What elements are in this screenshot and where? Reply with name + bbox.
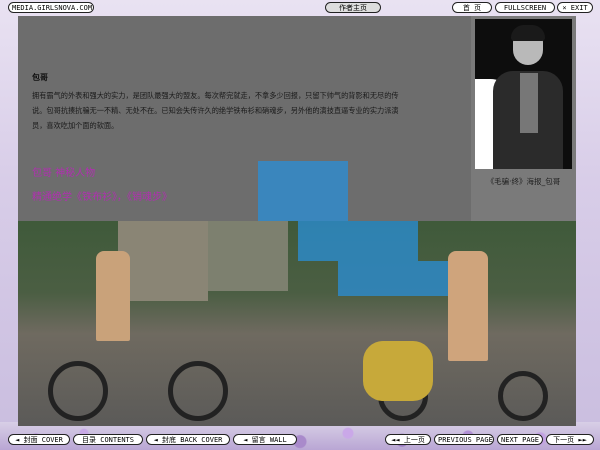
scene-bike-wheel [168,361,228,421]
profile-name: 包哥 [32,73,48,82]
portrait-caption: 《毛骗·终》海报_包哥 [486,177,561,186]
portrait-photo [475,19,572,169]
scene-bike-wheel [498,371,548,421]
pixelation-block [258,161,348,221]
next-page-label-button[interactable]: NEXT PAGE [497,434,543,445]
fullscreen-button[interactable]: FULLSCREEN [495,2,555,13]
scene-person [448,251,488,361]
magazine-page: 包哥 拥有霸气的外表和强大的实力，是团队最强大的盟友。每次帮完就走，不拿多少回报… [18,16,576,426]
scene-building [118,221,208,301]
portrait-card: 《毛骗·终》海报_包哥 [471,16,576,221]
contents-button[interactable]: 目录 CONTENTS [73,434,143,445]
cover-button[interactable]: ◄ 封面 COVER [8,434,70,445]
profile-skills-line: 精通绝学《铁布衫》，《销魂步》 [32,192,172,203]
pixelation-block [298,221,418,261]
pixelation-block [338,261,448,296]
previous-page-label-button[interactable]: PREVIOUS PAGE [434,434,494,445]
site-logo-button[interactable]: MEDIA.GIRLSNOVA.COM [8,2,94,13]
scene-building [208,221,288,291]
next-page-button[interactable]: 下一页 ►► [546,434,594,445]
street-scene-photo [18,221,576,426]
home-button[interactable]: 首 页 [452,2,492,13]
scene-bike-wheel [48,361,108,421]
scene-person [96,251,130,341]
profile-bio: 拥有霸气的外表和强大的实力，是团队最强大的盟友。每次帮完就走，不拿多少回报，只留… [32,91,399,130]
prev-page-button[interactable]: ◄◄ 上一页 [385,434,431,445]
profile-title-line: 包哥 神秘人物 [32,168,96,179]
photo-figure-shirt [520,73,538,133]
exit-button[interactable]: × EXIT [557,2,593,13]
photo-figure-hair [511,25,545,41]
scene-yellow-scooter [363,341,433,401]
message-wall-button[interactable]: ◄ 留言 WALL [233,434,297,445]
back-cover-button[interactable]: ◄ 封底 BACK COVER [146,434,230,445]
author-home-button[interactable]: 作者主页 [325,2,381,13]
profile-text-block: 包哥 拥有霸气的外表和强大的实力，是团队最强大的盟友。每次帮完就走，不拿多少回报… [32,72,407,133]
